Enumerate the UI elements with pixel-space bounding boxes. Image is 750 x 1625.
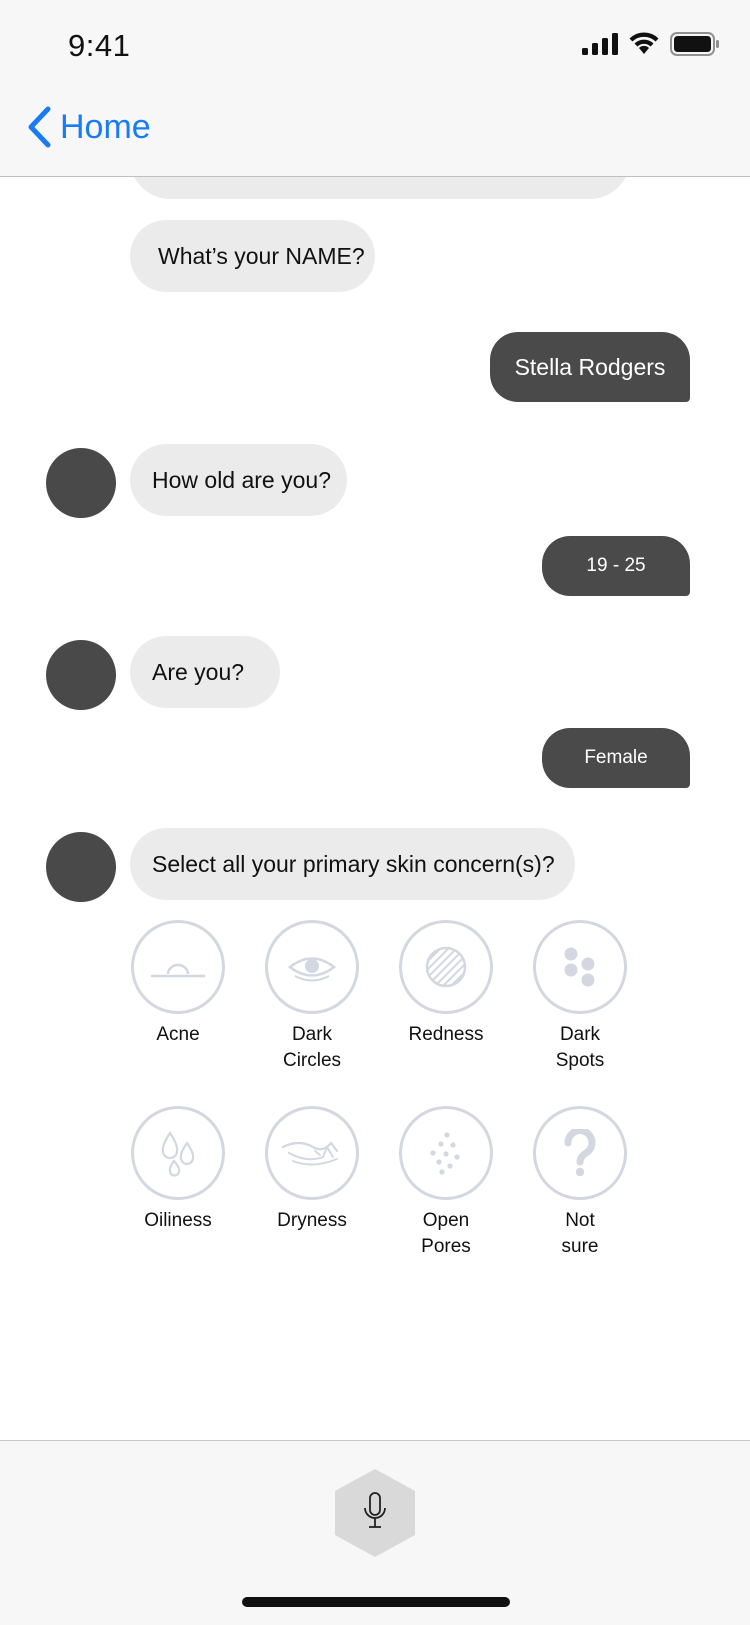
concern-circle: [265, 1106, 359, 1200]
bot-avatar: [46, 640, 116, 710]
message-name-question: What’s your NAME?: [130, 220, 375, 292]
navigation-bar: Home: [0, 88, 750, 177]
wifi-icon: [629, 32, 659, 54]
concern-label: Oiliness: [144, 1210, 212, 1231]
concern-circle: [533, 920, 627, 1014]
status-time: 9:41: [68, 28, 131, 63]
spots-icon: [564, 947, 595, 987]
dry-skin-icon: [281, 1141, 339, 1166]
concern-option-dark-circles[interactable]: Dark Circles: [256, 920, 368, 1074]
microphone-button[interactable]: [335, 1469, 415, 1557]
concern-circle: [131, 1106, 225, 1200]
eye-icon: [287, 957, 337, 982]
status-icons: [582, 32, 720, 56]
concern-option-acne[interactable]: Acne: [122, 920, 234, 1048]
message-age-answer: 19 - 25: [542, 536, 690, 596]
message-gender-question: Are you?: [130, 636, 280, 708]
status-bar: 9:41: [0, 0, 750, 88]
concern-label: Not sure: [561, 1210, 599, 1257]
bottom-input-bar: [0, 1440, 750, 1625]
concern-label: Redness: [408, 1024, 484, 1045]
striped-circle-icon: [425, 946, 467, 988]
concern-circle: [533, 1106, 627, 1200]
battery-icon: [670, 32, 719, 56]
message-age-question: How old are you?: [130, 444, 347, 516]
concern-label: Acne: [156, 1024, 200, 1045]
concern-circle: [131, 920, 225, 1014]
back-button-label: Home: [60, 107, 151, 146]
acne-icon: [150, 963, 206, 978]
concern-circle: [399, 1106, 493, 1200]
scrolled-off-message: [130, 177, 630, 199]
concern-label: Open Pores: [421, 1210, 471, 1257]
bot-avatar: [46, 448, 116, 518]
message-name-answer: Stella Rodgers: [490, 332, 690, 402]
concern-label: Dark Circles: [282, 1024, 342, 1071]
home-indicator: [242, 1597, 510, 1607]
message-gender-answer: Female: [542, 728, 690, 788]
message-concern-question: Select all your primary skin concern(s)?: [130, 828, 575, 900]
concern-option-dryness[interactable]: Dryness: [256, 1106, 368, 1234]
concern-option-open-pores[interactable]: Open Pores: [390, 1106, 502, 1260]
back-button[interactable]: Home: [26, 106, 151, 148]
drops-icon: [161, 1131, 195, 1177]
concern-option-not-sure[interactable]: Not sure: [524, 1106, 636, 1260]
concern-circle: [399, 920, 493, 1014]
concern-option-dark-spots[interactable]: Dark Spots: [524, 920, 636, 1074]
cellular-signal-icon: [582, 33, 618, 55]
concern-option-redness[interactable]: Redness: [390, 920, 502, 1048]
concern-label: Dark Spots: [555, 1024, 605, 1071]
concern-circle: [265, 920, 359, 1014]
chat-thread[interactable]: What’s your NAME? Stella Rodgers How old…: [0, 177, 750, 1440]
microphone-icon: [364, 1492, 386, 1528]
chevron-left-icon: [28, 106, 51, 148]
concern-option-oiliness[interactable]: Oiliness: [122, 1106, 234, 1234]
question-icon: [564, 1129, 596, 1177]
bot-avatar: [46, 832, 116, 902]
pores-icon: [430, 1132, 460, 1175]
concern-label: Dryness: [277, 1210, 347, 1231]
